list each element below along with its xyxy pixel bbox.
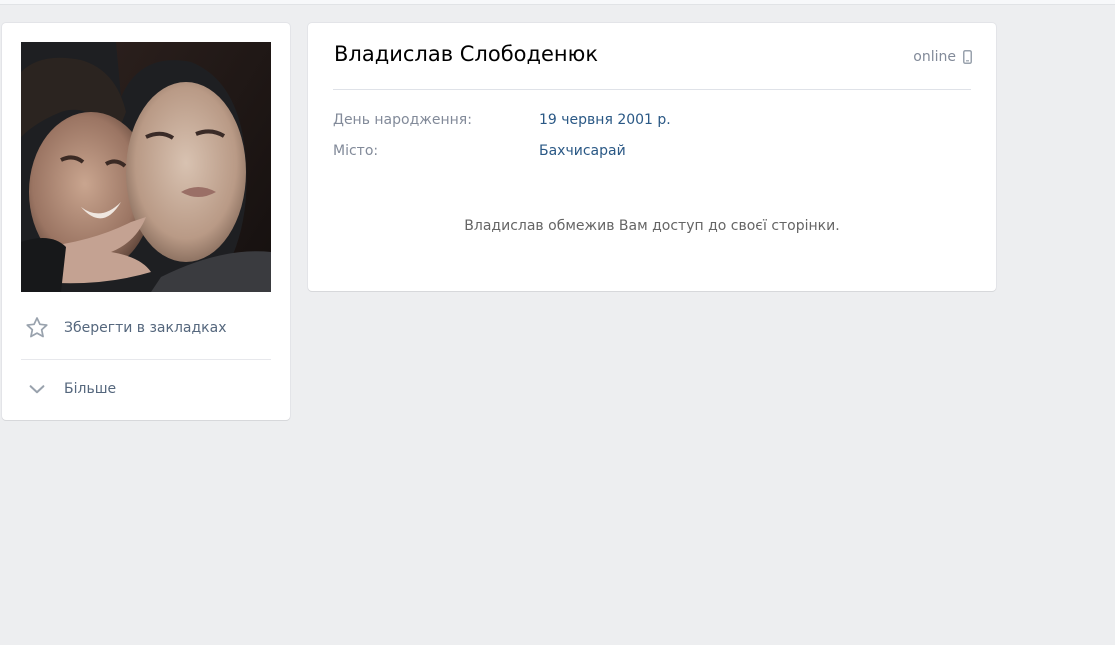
bookmark-label: Зберегти в закладках — [64, 320, 227, 336]
profile-info-card: Владислав Слободенюк online День народже… — [308, 23, 996, 291]
more-button[interactable]: Більше — [21, 369, 271, 409]
profile-photo[interactable] — [21, 42, 271, 292]
city-label: Місто: — [333, 143, 379, 159]
online-status: online — [913, 49, 972, 65]
mobile-phone-icon — [963, 50, 972, 64]
sidebar-divider — [21, 359, 271, 360]
top-bar — [0, 0, 1115, 5]
more-label: Більше — [64, 381, 117, 397]
city-value[interactable]: Бахчисарай — [539, 143, 626, 159]
bookmark-button[interactable]: Зберегти в закладках — [21, 308, 271, 348]
profile-name: Владислав Слободенюк — [334, 42, 599, 66]
birthday-label: День народження: — [333, 112, 472, 128]
chevron-down-icon — [22, 374, 52, 404]
star-icon — [22, 313, 52, 343]
status-text: online — [913, 49, 956, 65]
profile-sidebar-card: Зберегти в закладках Більше — [2, 23, 290, 420]
profile-photo-image — [21, 42, 271, 292]
birthday-value[interactable]: 19 червня 2001 р. — [539, 112, 671, 128]
private-profile-message: Владислав обмежив Вам доступ до своєї ст… — [464, 218, 840, 234]
header-divider — [333, 89, 971, 90]
